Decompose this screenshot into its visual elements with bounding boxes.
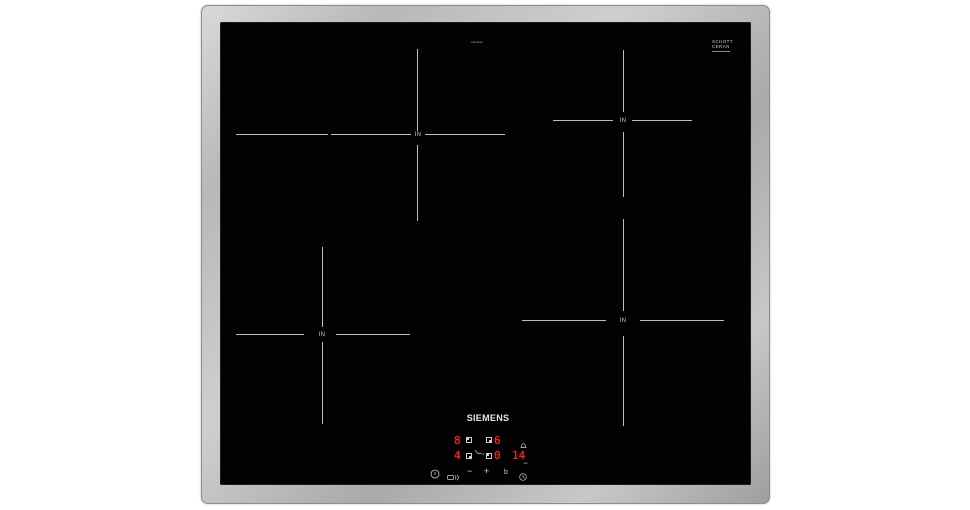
zone-label: IN (619, 118, 627, 124)
wipe-protect-icon[interactable] (447, 468, 460, 486)
zone-marker-line (623, 50, 624, 112)
brand-logo: SIEMENS (466, 413, 510, 423)
zone-marker-line (236, 134, 328, 135)
zone-label: IN (318, 332, 326, 338)
zone-select-back-right-icon[interactable] (486, 437, 492, 443)
zone-marker-line (322, 342, 323, 424)
zone-label: IN (619, 318, 627, 324)
zone-marker-line (417, 49, 418, 131)
zone-marker-line (640, 320, 724, 321)
zone-marker-line (336, 334, 410, 335)
power-icon[interactable] (430, 466, 440, 484)
schott-ceran-logo: SCHOTT CERAN (712, 39, 733, 52)
induction-label: Induction (471, 40, 484, 44)
power-level-display-front-left: 4 (454, 449, 461, 462)
zone-marker-line (417, 145, 418, 221)
timer-icon[interactable] (519, 468, 527, 486)
ceramic-glass-cooktop: Induction SCHOTT CERAN IN IN IN IN SIEME… (220, 22, 751, 485)
zone-link-icon[interactable]: Hi (474, 443, 485, 456)
power-level-display-back-left: 8 (454, 434, 461, 447)
zone-marker-line (623, 219, 624, 311)
zone-select-front-left-icon[interactable] (466, 453, 472, 459)
zone-marker-line (632, 120, 692, 121)
svg-text:Hi: Hi (482, 452, 485, 456)
power-level-display-front-right: 0 (494, 449, 501, 462)
zone-marker-line (425, 134, 505, 135)
zone-marker-line (623, 132, 624, 197)
plus-button[interactable]: + (484, 467, 489, 476)
timer-display: 14 (512, 449, 526, 462)
zone-marker-line (623, 336, 624, 426)
power-level-display-back-right: 6 (494, 434, 501, 447)
zone-marker-line (553, 120, 613, 121)
zone-select-front-right-icon[interactable] (486, 453, 492, 459)
timer-unit-label: min (523, 461, 528, 465)
zone-marker-line (236, 334, 304, 335)
zone-marker-line (322, 247, 323, 327)
zone-select-back-left-icon[interactable] (466, 437, 472, 443)
boost-button[interactable]: b (504, 468, 508, 477)
zone-label: IN (414, 132, 422, 138)
stainless-steel-frame: Induction SCHOTT CERAN IN IN IN IN SIEME… (201, 5, 770, 504)
zone-marker-line (331, 134, 411, 135)
minus-button[interactable]: − (467, 467, 472, 476)
zone-marker-line (522, 320, 606, 321)
